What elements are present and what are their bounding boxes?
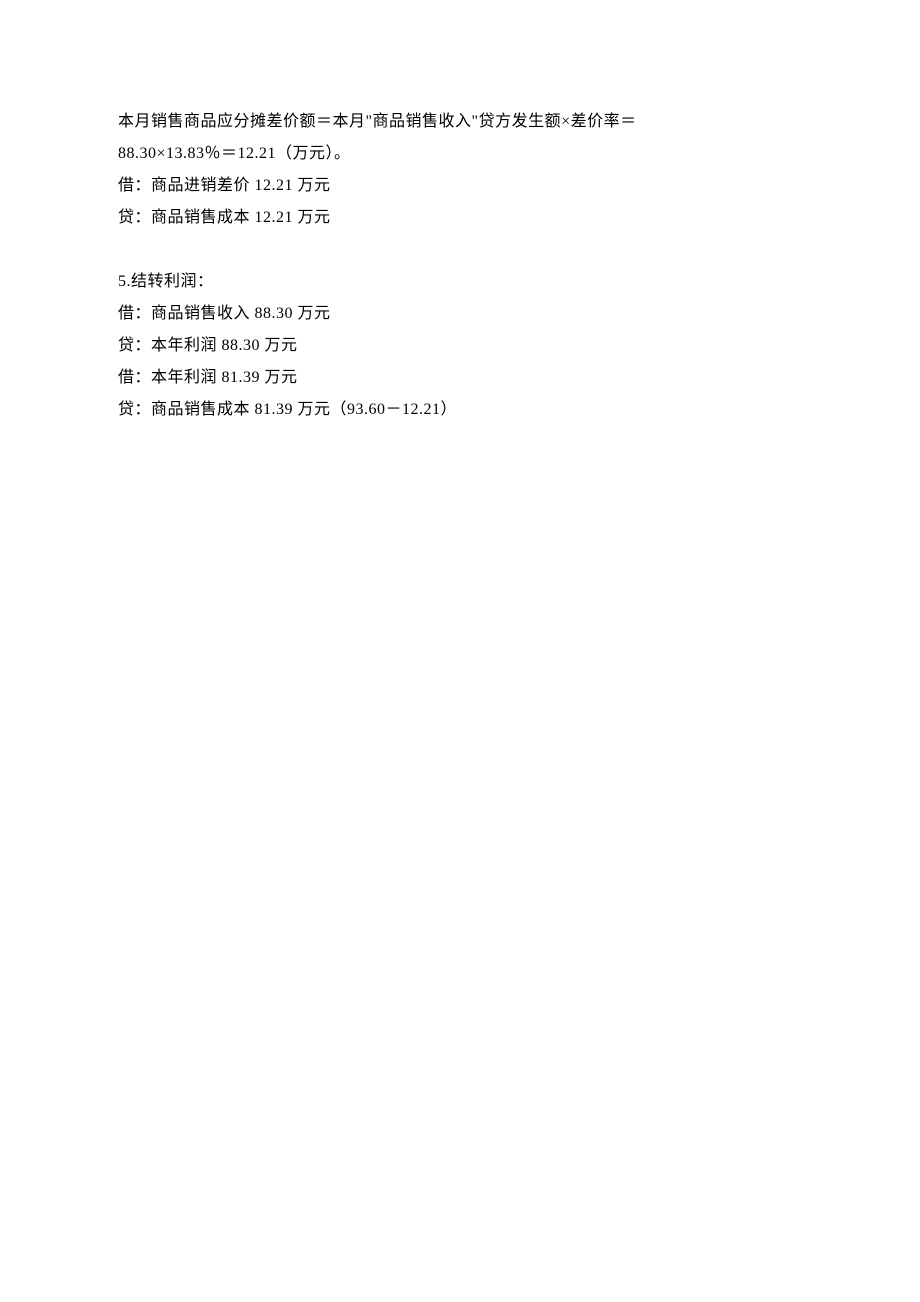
text-line: 贷：商品销售成本 81.39 万元（93.60－12.21）	[118, 394, 802, 426]
text-line: 贷：本年利润 88.30 万元	[118, 330, 802, 362]
document-content: 本月销售商品应分摊差价额＝本月"商品销售收入"贷方发生额×差价率＝ 88.30×…	[118, 106, 802, 426]
text-line: 贷：商品销售成本 12.21 万元	[118, 202, 802, 234]
text-line: 借：本年利润 81.39 万元	[118, 362, 802, 394]
blank-line	[118, 234, 802, 266]
text-line: 88.30×13.83％＝12.21（万元）。	[118, 138, 802, 170]
text-line: 本月销售商品应分摊差价额＝本月"商品销售收入"贷方发生额×差价率＝	[118, 106, 802, 138]
text-line: 5.结转利润：	[118, 266, 802, 298]
text-line: 借：商品销售收入 88.30 万元	[118, 298, 802, 330]
text-line: 借：商品进销差价 12.21 万元	[118, 170, 802, 202]
